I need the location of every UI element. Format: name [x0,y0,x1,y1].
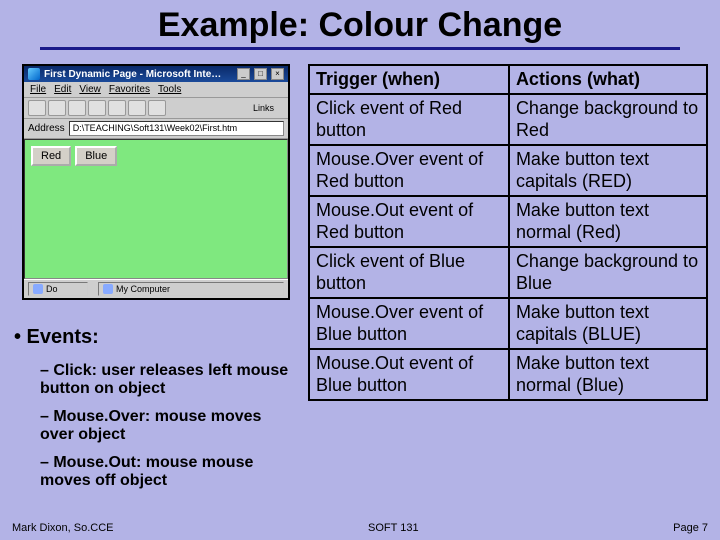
page-viewport: Red Blue [24,139,288,279]
back-icon[interactable] [28,100,46,116]
home-icon[interactable] [108,100,126,116]
cell-trigger: Click event of Blue button [309,247,509,298]
footer-left: Mark Dixon, So.CCE [12,522,113,534]
forward-icon[interactable] [48,100,66,116]
menu-view[interactable]: View [79,84,101,95]
menu-bar: File Edit View Favorites Tools [24,82,288,98]
cell-action: Change background to Blue [509,247,707,298]
stop-icon[interactable] [68,100,86,116]
slide-footer: Mark Dixon, So.CCE SOFT 131 Page 7 [0,522,720,534]
cell-action: Make button text capitals (BLUE) [509,298,707,349]
maximize-button[interactable]: □ [254,68,267,80]
toolbar: Links [24,98,288,119]
address-field[interactable]: D:\TEACHING\Soft131\Week02\First.htm [69,121,284,136]
red-button[interactable]: Red [31,146,71,166]
menu-edit[interactable]: Edit [54,84,71,95]
cell-action: Make button text capitals (RED) [509,145,707,196]
ie-icon [28,68,40,80]
col-actions: Actions (what) [509,65,707,94]
table-header-row: Trigger (when) Actions (what) [309,65,707,94]
table-row: Click event of Red buttonChange backgrou… [309,94,707,145]
menu-favorites[interactable]: Favorites [109,84,150,95]
status-right: My Computer [98,282,284,296]
events-list: – Click: user releases left mouse button… [40,362,298,500]
list-item: – Mouse.Out: mouse mouse moves off objec… [40,454,298,490]
close-button[interactable]: × [271,68,284,80]
blue-button[interactable]: Blue [75,146,117,166]
slide-title: Example: Colour Change [0,0,720,47]
title-rule [40,47,680,50]
menu-file[interactable]: File [30,84,46,95]
trigger-action-table: Trigger (when) Actions (what) Click even… [308,64,708,401]
events-heading: • Events: [14,326,99,349]
cell-trigger: Mouse.Out event of Blue button [309,349,509,400]
cell-trigger: Mouse.Over event of Red button [309,145,509,196]
cell-trigger: Click event of Red button [309,94,509,145]
table-row: Mouse.Out event of Blue buttonMake butto… [309,349,707,400]
cell-action: Make button text normal (Red) [509,196,707,247]
address-label: Address [28,123,65,134]
table-row: Mouse.Over event of Blue buttonMake butt… [309,298,707,349]
search-icon[interactable] [128,100,146,116]
status-bar: Do My Computer [24,279,288,298]
table-row: Click event of Blue buttonChange backgro… [309,247,707,298]
links-label[interactable]: Links [253,103,284,113]
document-icon [33,284,43,294]
computer-icon [103,284,113,294]
status-right-text: My Computer [116,284,170,294]
minimize-button[interactable]: _ [237,68,250,80]
status-left-text: Do [46,284,58,294]
favorites-icon[interactable] [148,100,166,116]
cell-trigger: Mouse.Over event of Blue button [309,298,509,349]
refresh-icon[interactable] [88,100,106,116]
col-trigger: Trigger (when) [309,65,509,94]
table-row: Mouse.Over event of Red buttonMake butto… [309,145,707,196]
window-titlebar: First Dynamic Page - Microsoft Inte… _ □… [24,66,288,82]
address-bar: Address D:\TEACHING\Soft131\Week02\First… [24,119,288,139]
footer-right: Page 7 [673,522,708,534]
footer-center: SOFT 131 [113,522,673,534]
cell-action: Change background to Red [509,94,707,145]
table-row: Mouse.Out event of Red buttonMake button… [309,196,707,247]
status-left: Do [28,282,88,296]
menu-tools[interactable]: Tools [158,84,181,95]
list-item: – Mouse.Over: mouse moves over object [40,408,298,444]
cell-trigger: Mouse.Out event of Red button [309,196,509,247]
window-title-text: First Dynamic Page - Microsoft Inte… [44,69,233,80]
cell-action: Make button text normal (Blue) [509,349,707,400]
browser-window: First Dynamic Page - Microsoft Inte… _ □… [22,64,290,300]
list-item: – Click: user releases left mouse button… [40,362,298,398]
